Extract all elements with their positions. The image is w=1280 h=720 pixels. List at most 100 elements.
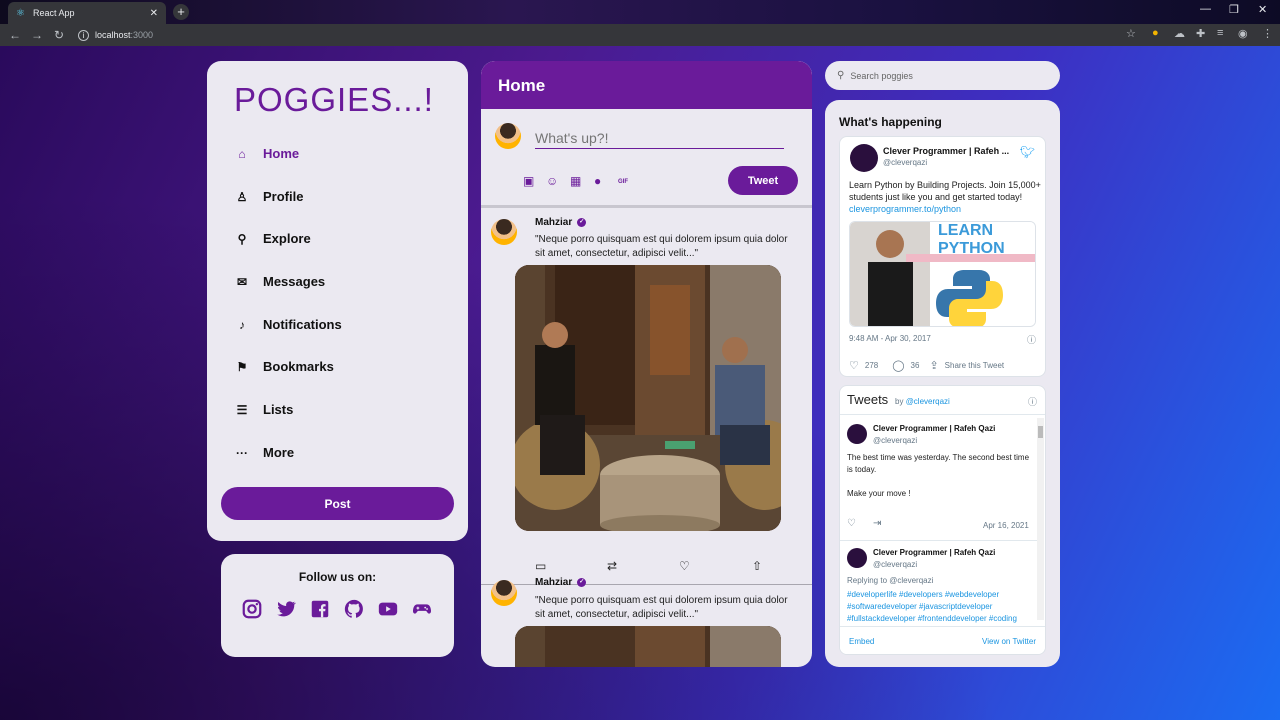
profile-icon: ♙ <box>236 189 248 204</box>
bookmark-star-icon[interactable]: ☆ <box>1126 27 1136 40</box>
close-tab-icon[interactable]: ✕ <box>150 8 158 19</box>
calendar-icon[interactable]: ▦ <box>570 174 581 188</box>
info-icon[interactable]: ⓘ <box>1028 395 1037 408</box>
mail-icon: ✉ <box>236 274 248 289</box>
post-button[interactable]: Post <box>221 487 454 520</box>
like-icon[interactable]: ♡ <box>679 559 690 573</box>
image-icon[interactable]: ▣ <box>523 174 534 188</box>
sidebar-item-notifications[interactable]: ♪ Notifications <box>235 317 342 332</box>
sidebar-item-explore[interactable]: ⚲ Explore <box>235 231 311 246</box>
embedded-tweet[interactable]: Clever Programmer | Rafeh ... @cleverqaz… <box>839 136 1046 377</box>
search-icon: ⚲ <box>837 70 845 81</box>
tweet-author-handle[interactable]: @cleverqazi <box>873 436 917 445</box>
minimize-icon[interactable]: — <box>1200 3 1211 15</box>
widgets-title: What's happening <box>839 115 942 129</box>
list-icon: ☰ <box>236 402 248 417</box>
browser-tab-strip: ⚛ React App ✕ + — ❐ ✕ <box>0 0 1280 24</box>
page-viewport: POGGIES...! ⌂ Home ♙ Profile ⚲ Explore ✉… <box>0 46 1280 720</box>
playlist-icon[interactable]: ≡ <box>1217 27 1223 39</box>
follow-title: Follow us on: <box>298 570 377 584</box>
like-icon[interactable]: ♡ <box>847 518 856 529</box>
window-close-icon[interactable]: ✕ <box>1258 3 1267 16</box>
avatar <box>491 219 517 245</box>
tweet-hashtags[interactable]: #developerlife #developers #webdeveloper… <box>847 589 1032 625</box>
gamepad-icon[interactable] <box>411 598 433 620</box>
share-icon[interactable]: ⇧ <box>752 559 762 573</box>
location-icon[interactable]: ● <box>594 174 601 188</box>
new-tab-button[interactable]: + <box>173 4 189 20</box>
info-icon[interactable]: ⓘ <box>1027 333 1036 346</box>
tweet-link[interactable]: cleverprogrammer.to/python <box>849 204 961 214</box>
post-image <box>515 265 781 531</box>
sidebar-item-lists[interactable]: ☰ Lists <box>235 402 294 417</box>
timeline-footer: Embed View on Twitter <box>840 626 1045 654</box>
post-author-name: Mahziar <box>535 577 573 588</box>
sidebar-item-profile[interactable]: ♙ Profile <box>235 189 304 204</box>
emoji-icon[interactable]: ☺ <box>546 174 558 188</box>
tweet-author-name[interactable]: Clever Programmer | Rafeh ... <box>883 146 1009 156</box>
tweet-image[interactable]: LEARN PYTHON <box>849 221 1036 327</box>
timeline-scrollbar[interactable] <box>1037 418 1044 620</box>
sidebar-item-bookmarks[interactable]: ⚑ Bookmarks <box>235 359 334 374</box>
twitter-icon[interactable]: 🐦︎ <box>1020 145 1035 159</box>
tweet-author-handle[interactable]: @cleverqazi <box>883 158 927 167</box>
url-port: :3000 <box>130 30 154 40</box>
address-bar[interactable]: i localhost :3000 <box>78 27 153 43</box>
menu-icon[interactable]: ⋮ <box>1262 27 1273 40</box>
tweet-image-title: LEARN PYTHON <box>938 222 1005 257</box>
reply-icon[interactable]: ◯ <box>892 359 904 372</box>
search-icon: ⚲ <box>237 231 247 246</box>
extension-icon[interactable]: ● <box>1152 27 1159 39</box>
embed-link[interactable]: Embed <box>849 637 874 646</box>
share-tweet-link[interactable]: Share this Tweet <box>945 361 1004 370</box>
comment-icon[interactable]: ▭ <box>535 559 546 573</box>
compose-input[interactable] <box>535 127 784 149</box>
timeline-handle-link[interactable]: @cleverqazi <box>906 397 950 406</box>
view-on-twitter-link[interactable]: View on Twitter <box>982 637 1036 646</box>
twitter-icon[interactable] <box>275 598 297 620</box>
tweets-timeline: Tweets by @cleverqazi ⓘ Clever Programme… <box>839 385 1046 655</box>
maximize-icon[interactable]: ❐ <box>1229 3 1239 16</box>
facebook-icon[interactable] <box>309 598 331 620</box>
widgets-panel: What's happening Clever Programmer | Raf… <box>825 100 1060 667</box>
reload-icon[interactable]: ↻ <box>48 28 70 42</box>
instagram-icon[interactable] <box>241 598 263 620</box>
forward-icon[interactable]: → <box>26 28 48 42</box>
sidebar-item-more[interactable]: ··· More <box>235 445 294 460</box>
share-icon[interactable]: ⇪ <box>929 359 938 372</box>
tweet-date[interactable]: Apr 16, 2021 <box>983 521 1029 530</box>
tweet-button[interactable]: Tweet <box>728 166 798 195</box>
tweet-author-name[interactable]: Clever Programmer | Rafeh Qazi <box>873 424 995 433</box>
home-icon: ⌂ <box>238 146 246 161</box>
youtube-icon[interactable] <box>377 598 399 620</box>
post-image <box>515 626 781 667</box>
bookmark-icon: ⚑ <box>236 359 248 374</box>
sidebar-item-messages[interactable]: ✉ Messages <box>235 274 325 289</box>
cloud-icon[interactable]: ☁ <box>1174 27 1185 40</box>
sidebar-item-label: Home <box>263 146 300 161</box>
tweet-body: Learn Python by Building Projects. Join … <box>849 180 1041 202</box>
info-icon[interactable]: i <box>78 29 89 41</box>
like-icon[interactable]: ♡ <box>849 359 859 372</box>
browser-tab[interactable]: ⚛ React App ✕ <box>8 2 166 24</box>
tweet-author-handle[interactable]: @cleverqazi <box>873 560 917 569</box>
tweet-text: Make your move ! <box>847 489 911 498</box>
feed-divider <box>481 584 812 585</box>
puzzle-icon[interactable]: ✚ <box>1196 27 1205 40</box>
retweet-icon[interactable]: ⇄ <box>607 559 617 573</box>
tweet-author-name[interactable]: Clever Programmer | Rafeh Qazi <box>873 548 995 557</box>
share-icon[interactable]: ⇥ <box>873 518 881 529</box>
profile-avatar-icon[interactable]: ◉ <box>1238 27 1248 40</box>
tweet-like-count: 278 <box>864 361 879 370</box>
back-icon[interactable]: ← <box>4 28 26 42</box>
timeline-byline: by @cleverqazi <box>895 397 950 406</box>
feed-divider <box>481 205 812 208</box>
tweet-date[interactable]: 9:48 AM - Apr 30, 2017 <box>849 334 931 343</box>
sidebar-item-label: Notifications <box>263 317 342 332</box>
search-input[interactable]: ⚲ Search poggies <box>825 61 1060 90</box>
sidebar-item-label: Bookmarks <box>263 359 334 374</box>
post-author: Mahziar ✓ <box>535 217 587 228</box>
gif-icon[interactable]: GIF <box>618 179 628 185</box>
sidebar-item-home[interactable]: ⌂ Home <box>235 146 299 161</box>
github-icon[interactable] <box>343 598 365 620</box>
